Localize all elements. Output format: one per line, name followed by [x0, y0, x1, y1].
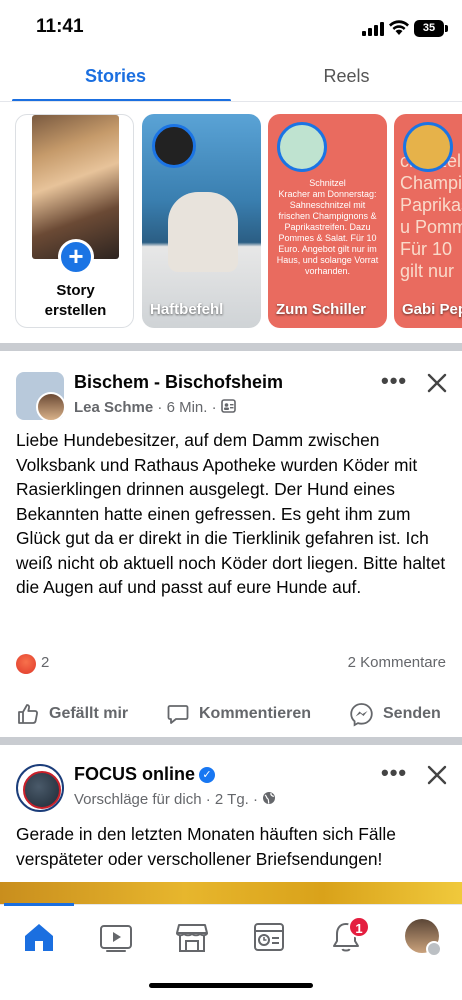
- reaction-count[interactable]: 2: [41, 654, 49, 671]
- focus-online-avatar[interactable]: [16, 764, 64, 812]
- verified-badge-icon: ✓: [199, 767, 215, 783]
- story-avatar: [277, 122, 327, 172]
- comment-icon: [167, 705, 189, 724]
- battery-tip: [445, 25, 448, 32]
- post-text: Liebe Hundebesitzer, auf dem Damm zwisch…: [16, 430, 446, 597]
- more-options-icon[interactable]: •••: [381, 370, 407, 392]
- suggestion-label: Vorschläge für dich: [74, 791, 202, 808]
- divider: [0, 101, 462, 102]
- story-name: Zum Schiller: [276, 301, 367, 318]
- like-button[interactable]: Gefällt mir: [16, 694, 128, 734]
- story-avatar: [152, 124, 196, 168]
- wifi-icon: [389, 20, 409, 35]
- user-photo: [32, 115, 119, 259]
- meta-dot: ·: [157, 399, 167, 416]
- page-name[interactable]: FOCUS online ✓: [74, 764, 215, 785]
- section-separator: [0, 343, 462, 351]
- page-name-text: FOCUS online: [74, 764, 195, 784]
- post-header: Bischem - Bischofsheim Lea Schme · 6 Min…: [0, 370, 462, 432]
- story-overlay-title: Schnitzel: [309, 178, 346, 188]
- post-header: FOCUS online ✓ Vorschläge für dich · 2 Tg…: [0, 762, 462, 824]
- send-label: Senden: [383, 705, 441, 722]
- menu-icon: [426, 941, 442, 957]
- comment-count[interactable]: 2 Kommentare: [348, 654, 446, 671]
- group-audience-icon: [220, 399, 236, 413]
- story-avatar: [403, 122, 453, 172]
- post-time: 2 Tg.: [214, 791, 249, 808]
- author-name[interactable]: Lea Schme: [74, 399, 153, 416]
- post-meta: Lea Schme · 6 Min. ·: [74, 399, 236, 416]
- battery-icon: 35: [414, 20, 444, 37]
- story-photo: [168, 192, 238, 272]
- author-avatar[interactable]: [36, 392, 66, 422]
- messenger-icon: [350, 702, 373, 727]
- reaction-bar: 2 2 Kommentare: [16, 653, 446, 675]
- comment-button[interactable]: Kommentieren: [166, 694, 311, 734]
- thumbs-up-icon: [18, 704, 38, 724]
- memories-icon[interactable]: [249, 919, 289, 955]
- angry-reaction-icon[interactable]: [16, 654, 36, 674]
- active-nav-indicator: [4, 903, 74, 906]
- story-name: Haftbefehl: [150, 301, 224, 318]
- group-name[interactable]: Bischem - Bischofsheim: [74, 372, 283, 393]
- like-label: Gefällt mir: [49, 705, 129, 722]
- tab-reels[interactable]: Reels: [231, 56, 462, 102]
- meta-dot: ·: [211, 399, 221, 416]
- post-time: 6 Min.: [166, 399, 208, 416]
- create-story-card[interactable]: + Story erstellen: [15, 114, 134, 328]
- more-options-icon[interactable]: •••: [381, 762, 407, 784]
- close-icon[interactable]: [424, 762, 450, 788]
- comment-label: Kommentieren: [199, 705, 312, 722]
- create-story-label: Story erstellen: [16, 281, 133, 321]
- post-text: Gerade in den letzten Monaten häuften si…: [16, 824, 396, 869]
- cellular-signal-icon: [362, 22, 384, 36]
- post-actions: Gefällt mir Kommentieren Senden: [0, 694, 462, 734]
- story-card[interactable]: Haftbefehl: [142, 114, 261, 328]
- section-separator: [0, 737, 462, 745]
- status-bar: 11:41 35: [0, 0, 462, 56]
- story-card[interactable]: chnitzel Champig Paprikas u Pommes Für 1…: [394, 114, 462, 328]
- create-story-label-line1: Story: [56, 282, 95, 299]
- tab-stories[interactable]: Stories: [0, 56, 231, 102]
- home-icon[interactable]: [19, 919, 59, 955]
- stories-row[interactable]: + Story erstellen Haftbefehl Schnitzel K…: [0, 114, 462, 329]
- video-icon[interactable]: [96, 919, 136, 955]
- home-indicator: [149, 983, 313, 988]
- close-icon[interactable]: [424, 370, 450, 396]
- story-overlay-text: Schnitzel Kracher am Donnerstag: Sahnesc…: [274, 178, 381, 277]
- send-button[interactable]: Senden: [349, 694, 441, 734]
- plus-icon[interactable]: +: [58, 239, 94, 275]
- notification-badge: 1: [348, 916, 370, 938]
- story-card[interactable]: Schnitzel Kracher am Donnerstag: Sahnesc…: [268, 114, 387, 328]
- feed-tabs: Stories Reels: [0, 56, 462, 102]
- meta-dot: ·: [253, 791, 263, 808]
- status-time: 11:41: [36, 16, 84, 37]
- story-overlay-body: Kracher am Donnerstag: Sahneschnitzel mi…: [276, 189, 379, 276]
- create-story-label-line2: erstellen: [44, 302, 107, 319]
- marketplace-icon[interactable]: [172, 919, 212, 955]
- globe-icon: [263, 792, 276, 804]
- meta-dot: ·: [205, 791, 215, 808]
- post-meta: Vorschläge für dich · 2 Tg. ·: [74, 791, 276, 808]
- story-name: Gabi Pep: [402, 301, 462, 318]
